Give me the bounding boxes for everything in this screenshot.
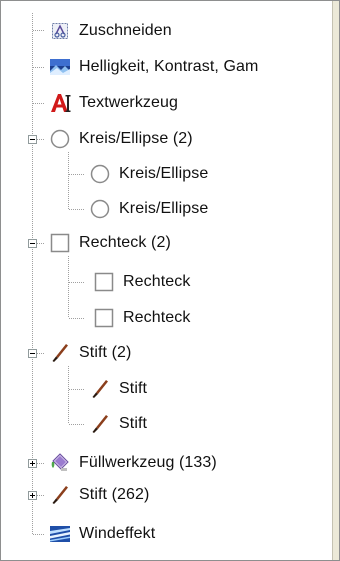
tree-item-kreis-ellipse[interactable]: Kreis/Ellipse bbox=[89, 157, 208, 191]
tree-item-label: Kreis/Ellipse bbox=[119, 165, 209, 182]
tree-item-label: Kreis/Ellipse (2) bbox=[79, 130, 193, 147]
crop-icon bbox=[49, 20, 71, 42]
tree-item-stift[interactable]: Stift bbox=[89, 407, 147, 441]
brightness-contrast-icon bbox=[49, 56, 71, 78]
history-tree-view[interactable]: Zuschneiden Helligkeit, Kontrast, Gam Te… bbox=[0, 0, 340, 561]
tree-item-windeffekt[interactable]: Windeffekt bbox=[49, 517, 155, 551]
ellipse-icon bbox=[89, 198, 111, 220]
collapse-toggle-stift[interactable] bbox=[28, 349, 37, 358]
pen-icon bbox=[49, 484, 71, 506]
tree-item-label: Füllwerkzeug (133) bbox=[79, 454, 217, 471]
tree-item-rechteck[interactable]: Rechteck bbox=[93, 301, 191, 335]
expand-toggle-fuellwerkzeug[interactable] bbox=[28, 459, 37, 468]
tree-item-label: Kreis/Ellipse bbox=[119, 200, 209, 217]
tree-item-label: Rechteck bbox=[123, 309, 191, 326]
tree-item-kreis-ellipse-group[interactable]: Kreis/Ellipse (2) bbox=[49, 122, 193, 156]
rectangle-icon bbox=[93, 271, 115, 293]
tree-item-rechteck-group[interactable]: Rechteck (2) bbox=[49, 226, 171, 260]
fill-bucket-icon bbox=[49, 452, 71, 474]
collapse-toggle-kreis-ellipse[interactable] bbox=[28, 135, 37, 144]
tree-item-fuellwerkzeug[interactable]: Füllwerkzeug (133) bbox=[49, 446, 217, 480]
text-tool-icon bbox=[49, 92, 71, 114]
ellipse-icon bbox=[49, 128, 71, 150]
rectangle-icon bbox=[49, 232, 71, 254]
tree-item-stift[interactable]: Stift bbox=[89, 372, 147, 406]
tree-item-label: Rechteck (2) bbox=[79, 234, 171, 251]
rectangle-icon bbox=[93, 307, 115, 329]
tree-item-label: Stift (2) bbox=[79, 344, 132, 361]
ellipse-icon bbox=[89, 163, 111, 185]
tree-item-label: Stift bbox=[119, 415, 148, 432]
tree-item-label: Textwerkzeug bbox=[79, 94, 179, 111]
tree-item-stift-group[interactable]: Stift (2) bbox=[49, 336, 131, 370]
expand-toggle-stift-262[interactable] bbox=[28, 491, 37, 500]
tree-item-rechteck[interactable]: Rechteck bbox=[93, 265, 191, 299]
tree-item-label: Stift bbox=[119, 380, 148, 397]
pen-icon bbox=[89, 413, 111, 435]
vertical-scrollbar[interactable] bbox=[332, 1, 339, 560]
tree-item-textwerkzeug[interactable]: Textwerkzeug bbox=[49, 86, 178, 120]
pen-icon bbox=[49, 342, 71, 364]
tree-item-label: Stift (262) bbox=[79, 486, 150, 503]
wind-effect-icon bbox=[49, 523, 71, 545]
tree-item-label: Zuschneiden bbox=[79, 22, 172, 39]
tree-item-stift-262[interactable]: Stift (262) bbox=[49, 478, 149, 512]
tree-item-label: Windeffekt bbox=[79, 525, 156, 542]
tree-item-helligkeit-kontrast[interactable]: Helligkeit, Kontrast, Gam bbox=[49, 50, 258, 84]
collapse-toggle-rechteck[interactable] bbox=[28, 239, 37, 248]
tree-item-kreis-ellipse[interactable]: Kreis/Ellipse bbox=[89, 192, 208, 226]
tree-item-label: Rechteck bbox=[123, 273, 191, 290]
pen-icon bbox=[89, 378, 111, 400]
tree-item-zuschneiden[interactable]: Zuschneiden bbox=[49, 14, 172, 48]
tree-item-label: Helligkeit, Kontrast, Gam bbox=[79, 58, 259, 75]
